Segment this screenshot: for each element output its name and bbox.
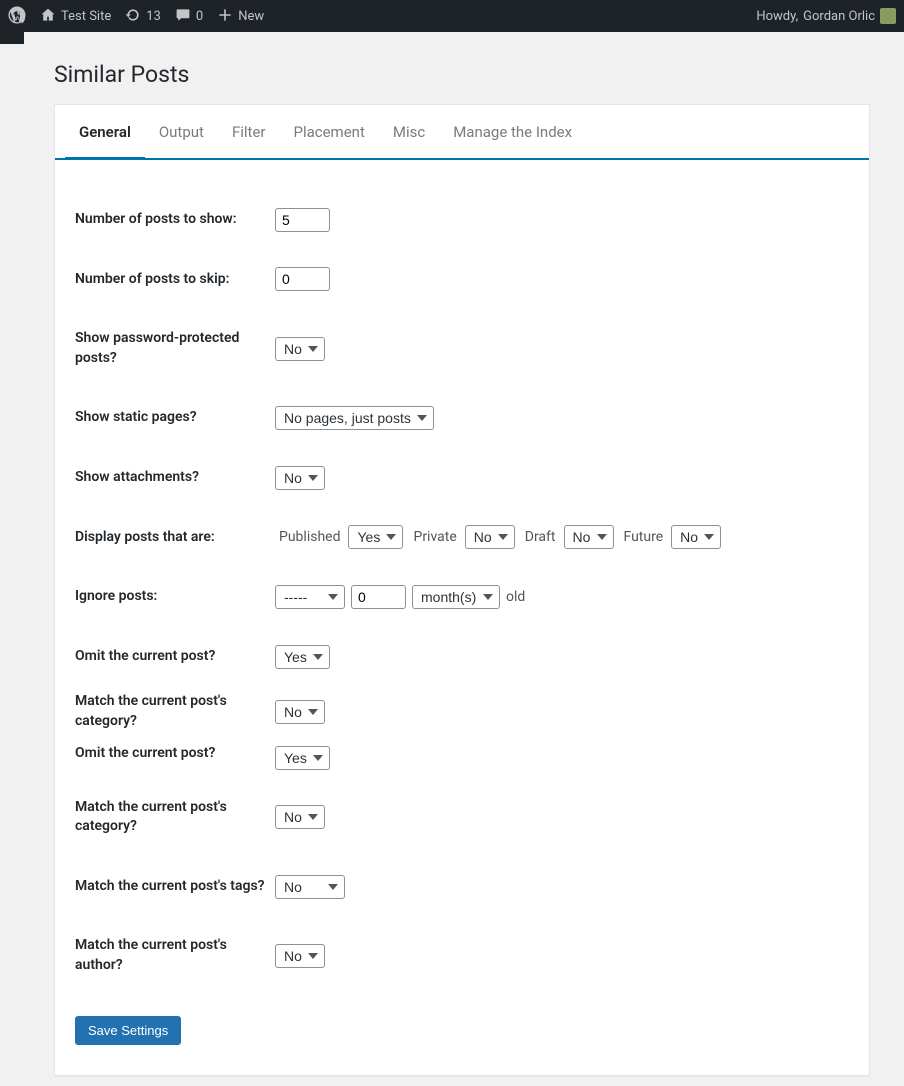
label-show-pages: Show static pages? <box>75 388 275 448</box>
label-show-protected: Show password-protected posts? <box>75 309 275 388</box>
tab-placement[interactable]: Placement <box>279 105 378 160</box>
admin-bar-left: Test Site 13 0 New <box>8 6 264 27</box>
updates-count: 13 <box>146 9 161 24</box>
tab-general[interactable]: General <box>65 105 145 160</box>
comment-icon <box>175 7 191 26</box>
user-display-name: Gordan Orlic <box>803 9 875 24</box>
wordpress-icon <box>8 6 26 27</box>
label-match-category-1: Match the current post's category? <box>75 686 275 737</box>
settings-form-table: Number of posts to show: Number of posts… <box>75 190 849 996</box>
select-draft[interactable]: No <box>564 525 614 549</box>
save-button[interactable]: Save Settings <box>75 1016 181 1045</box>
label-match-author: Match the current post's author? <box>75 916 275 995</box>
label-num-skip: Number of posts to skip: <box>75 250 275 310</box>
comments-link[interactable]: 0 <box>175 7 203 26</box>
site-name-link[interactable]: Test Site <box>40 7 111 26</box>
comments-count: 0 <box>196 9 203 24</box>
label-omit-current-1: Omit the current post? <box>75 627 275 687</box>
new-label: New <box>238 9 264 24</box>
home-icon <box>40 7 56 26</box>
select-match-category-1[interactable]: No <box>275 700 325 724</box>
display-status-group: Published Yes Private No Draft No Future… <box>275 525 839 549</box>
my-account-link[interactable]: Howdy, Gordan Orlic <box>756 8 896 24</box>
input-num-skip[interactable] <box>275 267 330 291</box>
settings-card: General Output Filter Placement Misc Man… <box>54 104 870 1076</box>
admin-bar-right: Howdy, Gordan Orlic <box>756 8 896 24</box>
page-title: Similar Posts <box>54 52 870 92</box>
select-ignore-unit[interactable]: month(s) <box>412 585 500 609</box>
admin-bar: Test Site 13 0 New Howdy, Gordan Orlic <box>0 0 904 32</box>
tab-list: General Output Filter Placement Misc Man… <box>55 105 869 160</box>
tab-filter[interactable]: Filter <box>218 105 280 160</box>
ignore-suffix: old <box>506 589 525 605</box>
page-wrap: Similar Posts General Output Filter Plac… <box>40 42 884 1086</box>
plus-icon <box>217 7 233 26</box>
label-match-category-2: Match the current post's category? <box>75 778 275 857</box>
update-icon <box>125 7 141 26</box>
label-draft: Draft <box>525 529 556 545</box>
label-future: Future <box>624 529 664 545</box>
label-omit-current-2: Omit the current post? <box>75 738 275 778</box>
label-display-status: Display posts that are: <box>75 508 275 568</box>
label-show-attachments: Show attachments? <box>75 448 275 508</box>
avatar <box>880 8 896 24</box>
label-private: Private <box>413 529 456 545</box>
select-show-pages[interactable]: No pages, just posts <box>275 406 434 430</box>
label-match-tags: Match the current post's tags? <box>75 857 275 917</box>
site-name-text: Test Site <box>61 9 111 24</box>
tab-manage-index[interactable]: Manage the Index <box>439 105 586 160</box>
tab-output[interactable]: Output <box>145 105 218 160</box>
label-ignore-posts: Ignore posts: <box>75 567 275 627</box>
input-ignore-amount[interactable] <box>351 585 406 609</box>
select-published[interactable]: Yes <box>348 525 403 549</box>
label-num-show: Number of posts to show: <box>75 190 275 250</box>
howdy-prefix: Howdy, <box>756 9 798 24</box>
select-omit-current-1[interactable]: Yes <box>275 645 330 669</box>
collapsed-sidebar-stub <box>0 32 24 44</box>
ignore-posts-group: ----- month(s) old <box>275 585 839 609</box>
select-private[interactable]: No <box>465 525 515 549</box>
label-published: Published <box>279 529 340 545</box>
select-match-category-2[interactable]: No <box>275 805 325 829</box>
wp-logo[interactable] <box>8 6 26 27</box>
new-content-link[interactable]: New <box>217 7 264 26</box>
select-show-protected[interactable]: No <box>275 337 325 361</box>
select-future[interactable]: No <box>671 525 721 549</box>
select-match-tags[interactable]: No <box>275 875 345 899</box>
select-match-author[interactable]: No <box>275 944 325 968</box>
select-omit-current-2[interactable]: Yes <box>275 746 330 770</box>
tab-misc[interactable]: Misc <box>379 105 439 160</box>
input-num-show[interactable] <box>275 208 330 232</box>
updates-link[interactable]: 13 <box>125 7 161 26</box>
select-ignore-compare[interactable]: ----- <box>275 585 345 609</box>
select-show-attachments[interactable]: No <box>275 466 325 490</box>
